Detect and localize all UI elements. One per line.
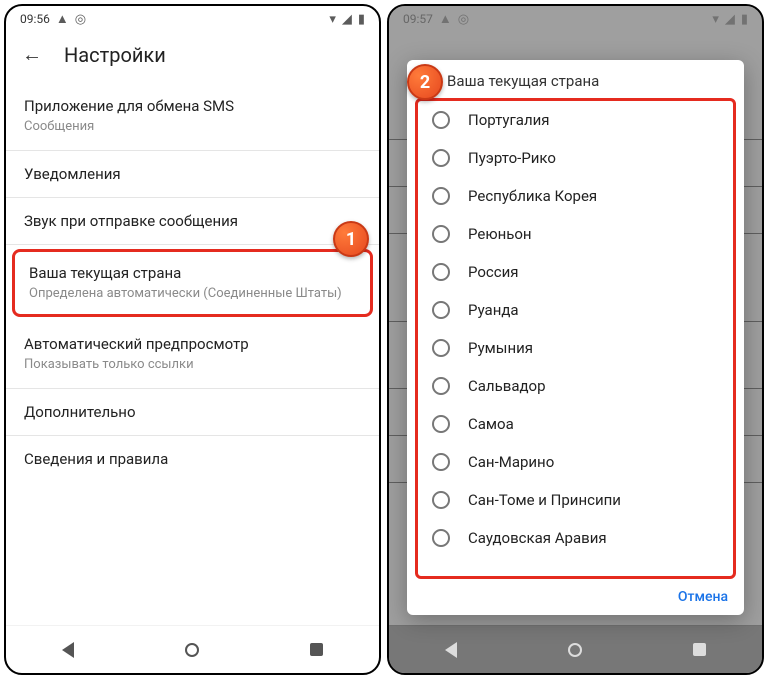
radio-icon bbox=[432, 111, 450, 129]
battery-icon: ▮ bbox=[358, 12, 365, 27]
back-icon[interactable]: ← bbox=[22, 42, 42, 67]
radio-icon bbox=[432, 225, 450, 243]
nav-recent-icon[interactable] bbox=[310, 643, 323, 656]
step-badge-1: 1 bbox=[333, 221, 369, 257]
clock: 09:56 bbox=[20, 12, 50, 26]
option-saudi-arabia[interactable]: Саудовская Аравия bbox=[418, 519, 733, 557]
radio-icon bbox=[432, 529, 450, 547]
phone-left-settings: 09:56 ▲ ◎ ▾ ◢ ▮ ← Настройки Приложение д… bbox=[4, 4, 381, 675]
row-about[interactable]: Сведения и правила bbox=[6, 436, 379, 482]
row-send-sound[interactable]: Звук при отправке сообщения bbox=[6, 198, 379, 245]
page-title: Настройки bbox=[64, 43, 166, 67]
option-russia[interactable]: Россия bbox=[418, 253, 733, 291]
radio-icon bbox=[432, 301, 450, 319]
radio-icon bbox=[432, 187, 450, 205]
row-sms-app[interactable]: Приложение для обмена SMS Сообщения bbox=[6, 83, 379, 151]
nav-home-icon[interactable] bbox=[568, 643, 582, 657]
row-advanced[interactable]: Дополнительно bbox=[6, 389, 379, 436]
nav-home-icon[interactable] bbox=[185, 643, 199, 657]
row-auto-preview[interactable]: Автоматический предпросмотр Показывать т… bbox=[6, 321, 379, 389]
status-bar: 09:56 ▲ ◎ ▾ ◢ ▮ bbox=[6, 6, 379, 32]
option-salvador[interactable]: Сальвадор bbox=[418, 367, 733, 405]
option-portugal[interactable]: Португалия bbox=[418, 101, 733, 139]
radio-icon bbox=[432, 415, 450, 433]
no-sim-icon: ◎ bbox=[75, 12, 86, 27]
country-dialog: Ваша текущая страна Португалия Пуэрто-Ри… bbox=[407, 60, 744, 615]
radio-icon bbox=[432, 263, 450, 281]
radio-icon bbox=[432, 377, 450, 395]
cancel-button[interactable]: Отмена bbox=[678, 589, 728, 605]
option-korea[interactable]: Республика Корея bbox=[418, 177, 733, 215]
dialog-title: Ваша текущая страна bbox=[407, 60, 744, 98]
nav-recent-icon[interactable] bbox=[693, 643, 706, 656]
option-romania[interactable]: Румыния bbox=[418, 329, 733, 367]
option-sao-tome[interactable]: Сан-Томе и Принсипи bbox=[418, 481, 733, 519]
settings-list: Приложение для обмена SMS Сообщения Увед… bbox=[6, 83, 379, 625]
row-current-country[interactable]: Ваша текущая страна Определена автоматич… bbox=[12, 249, 373, 318]
option-reunion[interactable]: Реюньон bbox=[418, 215, 733, 253]
radio-icon bbox=[432, 149, 450, 167]
nav-bar bbox=[6, 625, 379, 673]
nav-back-icon[interactable] bbox=[62, 642, 74, 658]
radio-icon bbox=[432, 453, 450, 471]
option-san-marino[interactable]: Сан-Марино bbox=[418, 443, 733, 481]
radio-icon bbox=[432, 491, 450, 509]
app-bar: ← Настройки bbox=[6, 32, 379, 83]
wifi-icon: ▾ bbox=[329, 12, 336, 27]
dialog-actions: Отмена bbox=[407, 581, 744, 615]
option-puerto-rico[interactable]: Пуэрто-Рико bbox=[418, 139, 733, 177]
nav-back-icon[interactable] bbox=[445, 642, 457, 658]
step-badge-2: 2 bbox=[407, 64, 443, 100]
nav-bar bbox=[389, 625, 762, 673]
option-samoa[interactable]: Самоа bbox=[418, 405, 733, 443]
option-rwanda[interactable]: Руанда bbox=[418, 291, 733, 329]
phone-right-dialog: 09:57 ▲ ◎ ▾ ◢ ▮ ПриСоо Уве Звук ВашОпрШт… bbox=[387, 4, 764, 675]
country-options-highlight: Португалия Пуэрто-Рико Республика Корея … bbox=[415, 98, 736, 579]
row-notifications[interactable]: Уведомления bbox=[6, 151, 379, 198]
signal-icon: ◢ bbox=[342, 12, 352, 27]
radio-icon bbox=[432, 339, 450, 357]
warning-icon: ▲ bbox=[56, 11, 69, 27]
